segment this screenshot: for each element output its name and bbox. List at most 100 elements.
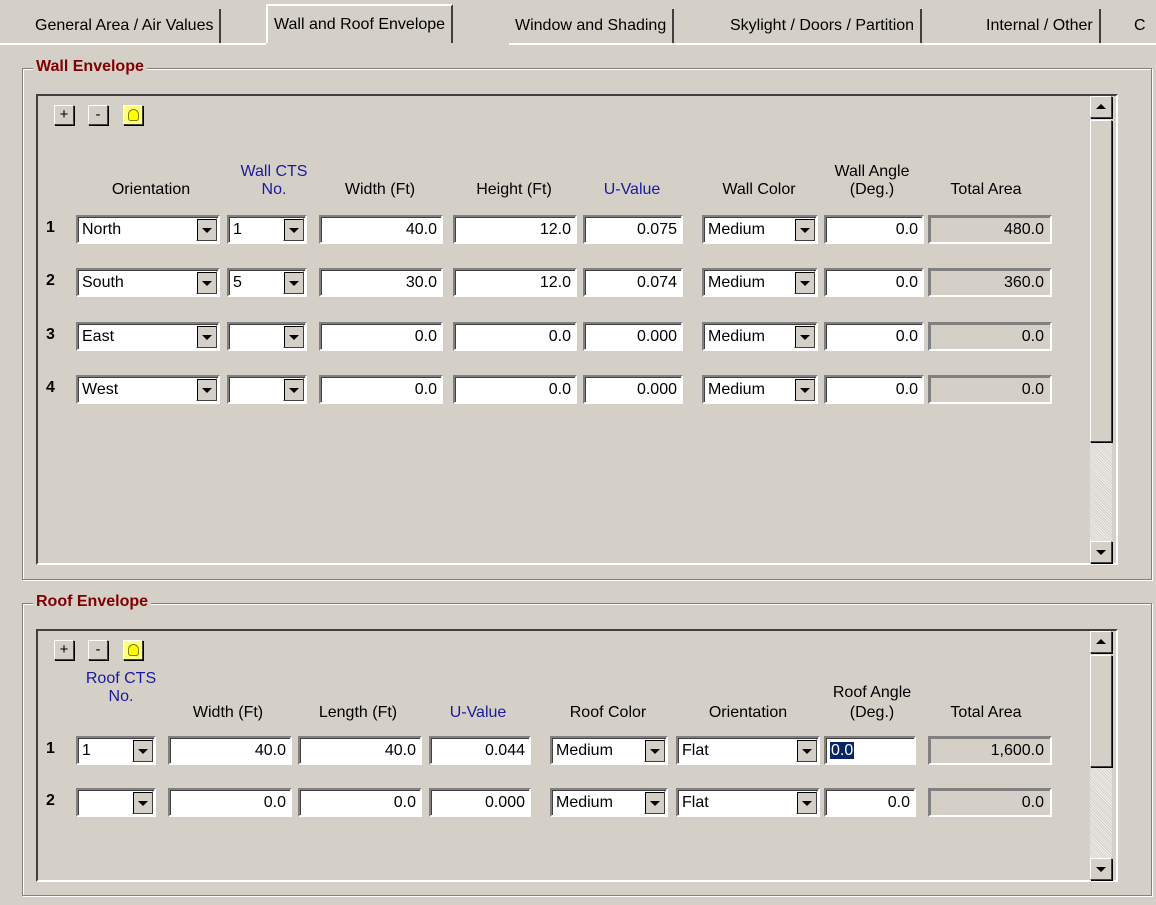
scroll-up-arrow-icon[interactable] (1090, 631, 1112, 653)
wall-color-value: Medium (708, 274, 765, 291)
tab-window-shading[interactable]: Window and Shading (509, 9, 675, 43)
wall-color-select[interactable]: Medium (702, 215, 818, 244)
roof-add-row-button[interactable]: + (54, 640, 74, 660)
tab-baseline-gap (266, 43, 509, 45)
wall-cts-value: 1 (233, 221, 242, 238)
roof-orientation-select[interactable]: Flat (676, 736, 820, 765)
chevron-down-icon[interactable] (132, 739, 153, 762)
roof-width-input[interactable]: 40.0 (168, 736, 292, 765)
roof-color-select[interactable]: Medium (550, 736, 668, 765)
wall-header-width: Width (Ft) (344, 181, 416, 198)
tab-internal-other[interactable]: Internal / Other (980, 9, 1101, 43)
roof-cts-select[interactable]: 1 (76, 736, 156, 765)
wall-angle-input[interactable]: 0.0 (824, 215, 924, 244)
wall-scroll-thumb[interactable] (1090, 120, 1112, 442)
chevron-down-icon[interactable] (283, 271, 304, 294)
wall-height-input[interactable]: 0.0 (453, 375, 577, 404)
tab-general-area[interactable]: General Area / Air Values (29, 9, 222, 43)
roof-vertical-scrollbar[interactable] (1090, 631, 1112, 880)
tab-skylight-doors-partition[interactable]: Skylight / Doors / Partition (724, 9, 923, 43)
roof-length-input[interactable]: 40.0 (298, 736, 422, 765)
tab-overflow[interactable]: C (1128, 9, 1152, 43)
chevron-down-icon[interactable] (283, 218, 304, 241)
wall-orientation-select[interactable]: East (76, 322, 220, 351)
scroll-down-arrow-icon[interactable] (1090, 858, 1112, 880)
chevron-down-icon[interactable] (644, 739, 665, 762)
wall-height-input[interactable]: 12.0 (453, 215, 577, 244)
chevron-down-icon[interactable] (283, 325, 304, 348)
roof-header-orientation: Orientation (708, 704, 788, 721)
wall-color-select[interactable]: Medium (702, 322, 818, 351)
roof-angle-input[interactable]: 0.0 (824, 736, 916, 765)
wall-width-input[interactable]: 30.0 (319, 268, 443, 297)
wall-add-row-button[interactable]: + (54, 105, 74, 125)
wall-orientation-select[interactable]: West (76, 375, 220, 404)
scroll-up-arrow-icon[interactable] (1090, 96, 1112, 118)
chevron-down-icon[interactable] (794, 271, 815, 294)
roof-hint-button[interactable] (123, 640, 143, 660)
wall-remove-row-button[interactable]: - (88, 105, 108, 125)
tab-baseline (0, 43, 1156, 45)
roof-length-input[interactable]: 0.0 (298, 788, 422, 817)
wall-vertical-scrollbar[interactable] (1090, 96, 1112, 563)
wall-uvalue-input[interactable]: 0.000 (583, 375, 683, 404)
wall-cts-select[interactable]: 1 (227, 215, 307, 244)
chevron-down-icon[interactable] (196, 218, 217, 241)
roof-header-cts-line1: Roof CTS (85, 670, 157, 687)
wall-total-area: 480.0 (928, 215, 1052, 244)
wall-hint-button[interactable] (123, 105, 143, 125)
roof-color-value: Medium (556, 794, 613, 811)
roof-width-input[interactable]: 0.0 (168, 788, 292, 817)
chevron-down-icon[interactable] (196, 325, 217, 348)
roof-uvalue-input[interactable]: 0.000 (429, 788, 531, 817)
wall-uvalue-input[interactable]: 0.075 (583, 215, 683, 244)
chevron-down-icon[interactable] (796, 739, 817, 762)
chevron-down-icon[interactable] (196, 271, 217, 294)
wall-envelope-title: Wall Envelope (33, 55, 147, 79)
wall-orientation-select[interactable]: North (76, 215, 220, 244)
roof-cts-value: 1 (82, 742, 91, 759)
wall-color-select[interactable]: Medium (702, 375, 818, 404)
wall-total-area: 360.0 (928, 268, 1052, 297)
roof-header-angle-line1: Roof Angle (832, 684, 912, 701)
wall-width-input[interactable]: 0.0 (319, 322, 443, 351)
roof-scroll-thumb[interactable] (1090, 655, 1112, 767)
chevron-down-icon[interactable] (196, 378, 217, 401)
wall-uvalue-input[interactable]: 0.074 (583, 268, 683, 297)
wall-header-cts-line1: Wall CTS (240, 163, 308, 180)
chevron-down-icon[interactable] (794, 378, 815, 401)
tab-wall-roof-envelope[interactable]: Wall and Roof Envelope (266, 4, 454, 44)
wall-angle-input[interactable]: 0.0 (824, 322, 924, 351)
wall-color-value: Medium (708, 381, 765, 398)
roof-angle-selected-text: 0.0 (830, 742, 855, 759)
wall-header-height: Height (Ft) (476, 181, 552, 198)
roof-remove-row-button[interactable]: - (88, 640, 108, 660)
roof-uvalue-input[interactable]: 0.044 (429, 736, 531, 765)
chevron-down-icon[interactable] (794, 325, 815, 348)
wall-width-input[interactable]: 0.0 (319, 375, 443, 404)
wall-cts-select[interactable]: 5 (227, 268, 307, 297)
wall-angle-input[interactable]: 0.0 (824, 268, 924, 297)
roof-orientation-select[interactable]: Flat (676, 788, 820, 817)
wall-cts-select[interactable] (227, 375, 307, 404)
chevron-down-icon[interactable] (132, 791, 153, 814)
chevron-down-icon[interactable] (796, 791, 817, 814)
roof-cts-select[interactable] (76, 788, 156, 817)
roof-color-select[interactable]: Medium (550, 788, 668, 817)
wall-height-input[interactable]: 12.0 (453, 268, 577, 297)
roof-row-number: 2 (46, 792, 55, 809)
wall-angle-input[interactable]: 0.0 (824, 375, 924, 404)
chevron-down-icon[interactable] (794, 218, 815, 241)
wall-width-input[interactable]: 40.0 (319, 215, 443, 244)
chevron-down-icon[interactable] (283, 378, 304, 401)
wall-orientation-select[interactable]: South (76, 268, 220, 297)
wall-orientation-value: North (82, 221, 122, 238)
wall-color-select[interactable]: Medium (702, 268, 818, 297)
wall-cts-select[interactable] (227, 322, 307, 351)
chevron-down-icon[interactable] (644, 791, 665, 814)
wall-uvalue-input[interactable]: 0.000 (583, 322, 683, 351)
scroll-down-arrow-icon[interactable] (1090, 541, 1112, 563)
wall-color-value: Medium (708, 221, 765, 238)
roof-angle-input[interactable]: 0.0 (824, 788, 916, 817)
wall-height-input[interactable]: 0.0 (453, 322, 577, 351)
